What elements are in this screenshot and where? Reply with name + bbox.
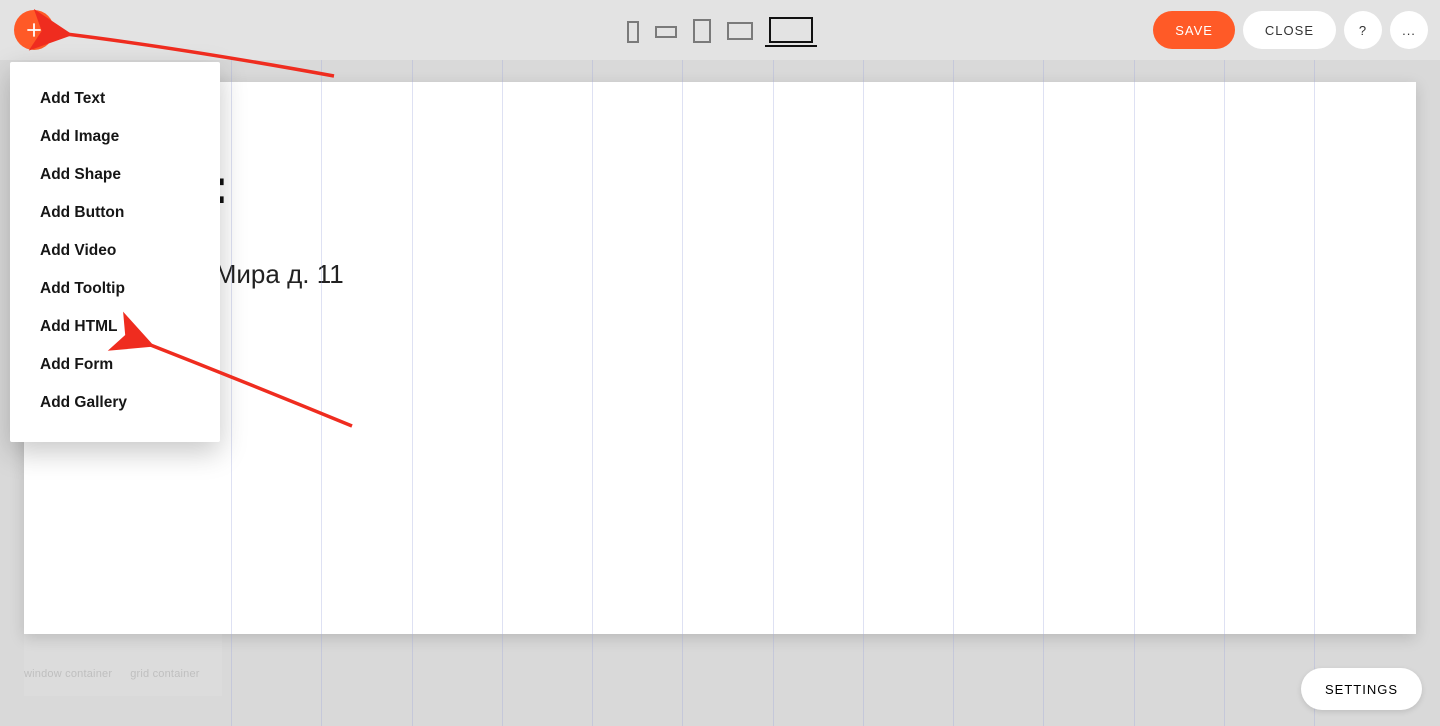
more-button[interactable]: ... — [1390, 11, 1428, 49]
add-menu-item-html[interactable]: Add HTML — [10, 308, 220, 346]
grid-col — [953, 60, 1043, 726]
grid-col — [502, 60, 592, 726]
footer-labels: window container grid container — [24, 668, 200, 680]
device-tablet-landscape-icon[interactable] — [727, 22, 753, 40]
help-button[interactable]: ? — [1344, 11, 1382, 49]
settings-button[interactable]: SETTINGS — [1301, 668, 1422, 710]
device-switcher — [627, 17, 813, 43]
add-menu-item-shape[interactable]: Add Shape — [10, 156, 220, 194]
grid-col — [1043, 60, 1133, 726]
add-menu-item-video[interactable]: Add Video — [10, 232, 220, 270]
add-element-button[interactable] — [14, 10, 54, 50]
grid-col — [1224, 60, 1315, 726]
save-button[interactable]: SAVE — [1153, 11, 1235, 49]
add-menu-item-tooltip[interactable]: Add Tooltip — [10, 270, 220, 308]
close-button[interactable]: CLOSE — [1243, 11, 1336, 49]
toolbar-actions: SAVE CLOSE ? ... — [1153, 11, 1428, 49]
add-menu-item-form[interactable]: Add Form — [10, 346, 220, 384]
plus-icon — [25, 21, 43, 39]
grid-col — [231, 60, 321, 726]
grid-col — [592, 60, 682, 726]
device-tablet-portrait-icon[interactable] — [693, 19, 711, 43]
add-element-menu: Add Text Add Image Add Shape Add Button … — [10, 62, 220, 442]
grid-col — [682, 60, 772, 726]
grid-col — [321, 60, 411, 726]
grid-col — [1134, 60, 1224, 726]
add-menu-item-text[interactable]: Add Text — [10, 80, 220, 118]
grid-overlay — [231, 60, 1315, 726]
footer-label-window: window container — [24, 668, 112, 680]
device-desktop-icon[interactable] — [769, 17, 813, 43]
add-menu-item-gallery[interactable]: Add Gallery — [10, 384, 220, 422]
top-toolbar: SAVE CLOSE ? ... — [0, 0, 1440, 60]
grid-col — [773, 60, 863, 726]
device-phone-landscape-icon[interactable] — [655, 26, 677, 38]
add-menu-item-button[interactable]: Add Button — [10, 194, 220, 232]
grid-col — [863, 60, 953, 726]
add-menu-item-image[interactable]: Add Image — [10, 118, 220, 156]
footer-label-grid: grid container — [130, 668, 199, 680]
grid-col — [412, 60, 502, 726]
device-phone-portrait-icon[interactable] — [627, 21, 639, 43]
